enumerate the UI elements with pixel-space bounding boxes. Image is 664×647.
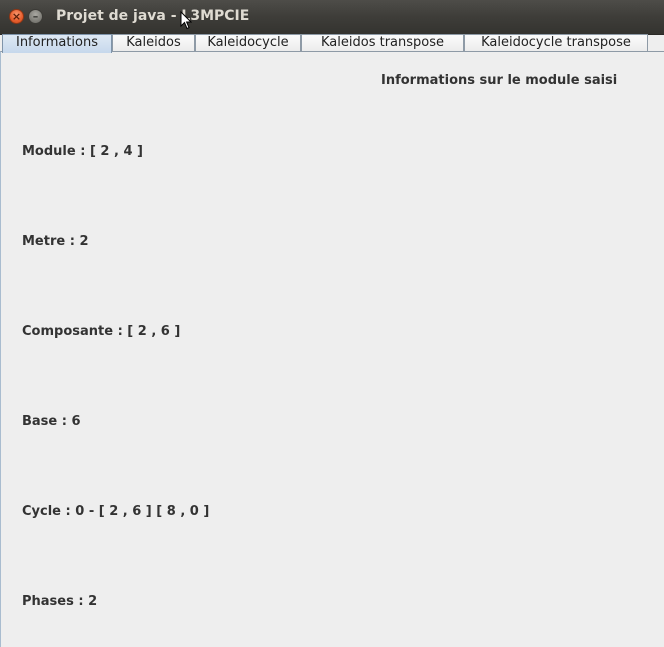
composante-label: Composante : [ 2 , 6 ] [22,324,181,339]
tab-kaleidos[interactable]: Kaleidos [112,34,195,51]
panel-heading: Informations sur le module saisi [381,73,618,88]
title-bar[interactable]: × – Projet de java - L3MPCIE [0,0,664,35]
application-window: × – Projet de java - L3MPCIE Information… [0,0,664,647]
tab-informations[interactable]: Informations [2,34,112,53]
tab-kaleidocycle-transpose[interactable]: Kaleidocycle transpose [464,34,648,51]
tab-kaleidos-transpose[interactable]: Kaleidos transpose [301,34,464,51]
minimize-icon[interactable]: – [28,9,43,24]
close-icon[interactable]: × [9,9,24,24]
tab-bar: Informations Kaleidos Kaleidocycle Kalei… [0,34,664,53]
informations-panel: Informations sur le module saisi Module … [0,51,664,647]
metre-label: Metre : 2 [22,234,89,249]
window-title: Projet de java - L3MPCIE [56,8,250,24]
module-label: Module : [ 2 , 4 ] [22,144,143,159]
cycle-label: Cycle : 0 - [ 2 , 6 ] [ 8 , 0 ] [22,504,210,519]
tab-kaleidocycle[interactable]: Kaleidocycle [195,34,301,51]
mouse-cursor-icon [180,11,192,30]
base-label: Base : 6 [22,414,81,429]
phases-label: Phases : 2 [22,594,98,609]
